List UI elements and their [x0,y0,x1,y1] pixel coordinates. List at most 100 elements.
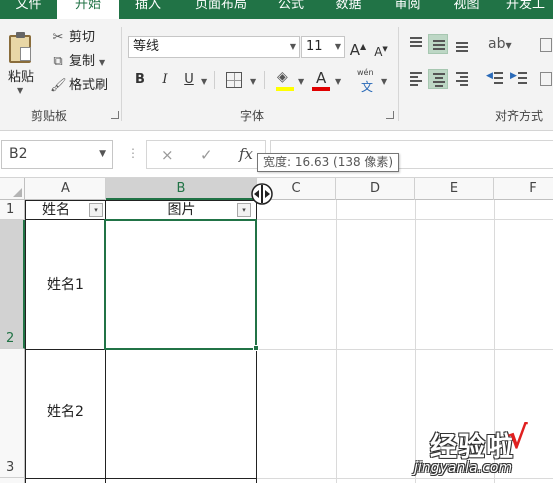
chevron-down-icon[interactable]: ▼ [250,77,256,86]
align-left-button[interactable] [406,69,426,89]
gridline [336,200,337,483]
format-painter-label: 格式刷 [69,78,109,93]
chevron-down-icon[interactable]: ▼ [381,77,387,86]
font-color-button[interactable]: A [311,69,331,93]
column-header-a[interactable]: A [26,178,106,200]
clipboard-group-label: 剪贴板 [30,109,67,123]
font-launcher-icon[interactable] [386,111,394,119]
copy-icon: ⧉ [53,54,63,69]
cancel-icon[interactable]: × [161,146,174,164]
grow-font-button[interactable]: A▲ [349,37,367,59]
orientation-icon: ab [488,36,506,52]
indent-arrow-icon: ▶ [510,71,517,81]
cell-a3[interactable]: 姓名2 [26,403,105,421]
cut-button[interactable]: ✂ 剪切 [50,28,95,48]
shrink-font-button[interactable]: A▼ [372,39,390,59]
chevron-down-icon[interactable]: ▼ [201,77,207,86]
divider [214,71,215,89]
row-header-2[interactable]: 2 [0,220,25,349]
table-border [25,200,26,483]
middle-align-button[interactable] [428,34,448,54]
enter-icon[interactable]: ✓ [200,146,213,164]
chevron-down-icon[interactable]: ▼ [17,86,23,95]
cell-b3[interactable] [106,403,257,421]
filter-sort-icon[interactable]: ▾ [89,203,103,217]
font-size-select[interactable]: 11 ▼ [301,36,345,58]
clipboard-launcher-icon[interactable] [111,111,119,119]
paint-bucket-icon: ◈ [277,69,288,85]
tab-insert[interactable]: 插入 [119,0,177,19]
insert-function-icon[interactable]: fx [239,145,253,163]
underline-button[interactable]: U [180,70,198,90]
font-group-label: 字体 [239,109,264,123]
orientation-button[interactable]: ab▼ [488,36,518,54]
column-header-e[interactable]: E [415,178,494,200]
copy-label: 复制 [69,54,96,69]
top-align-button[interactable] [406,34,426,54]
font-name-select[interactable]: 等线 ▼ [128,36,300,58]
bottom-align-button[interactable] [452,34,472,54]
phonetic-button[interactable]: wén 文 [357,68,379,94]
increase-indent-button[interactable]: ▶ [510,69,530,89]
bold-button[interactable]: B [131,70,149,90]
font-color-icon: A [316,69,327,87]
cut-label: 剪切 [69,30,96,45]
chevron-down-icon[interactable]: ▼ [298,77,304,86]
tab-formulas[interactable]: 公式 [265,0,317,19]
cell-selection [104,219,257,350]
align-center-button[interactable] [428,69,448,89]
cell-b1[interactable]: 图片 [106,201,257,219]
column-width-tooltip: 宽度: 16.63 (138 像素) [257,153,400,172]
watermark-check-icon: √ [507,420,528,456]
alignment-group-label: 对齐方式 [494,109,543,123]
tab-file[interactable]: 文件 [0,0,57,19]
grow-font-label: A [349,41,361,59]
chevron-down-icon[interactable]: ▼ [335,77,341,86]
merge-center-icon[interactable] [540,72,552,86]
name-box-value: B2 [9,146,28,162]
column-header-f[interactable]: F [494,178,553,200]
group-divider [398,27,399,121]
font-size-value: 11 [306,39,323,54]
tab-home[interactable]: 开始 [57,0,119,19]
italic-button[interactable]: I [156,70,174,90]
borders-button[interactable] [226,72,242,88]
column-header-b[interactable]: B [106,178,257,200]
copy-button[interactable]: ⧉ 复制 ▼ [50,52,105,72]
tab-review[interactable]: 审阅 [380,0,435,19]
tab-developer[interactable]: 开发工 [498,0,553,19]
row-header-4[interactable] [0,478,25,483]
font-color-swatch [312,87,330,91]
font-name-value: 等线 [133,39,160,54]
cell-a2[interactable]: 姓名1 [26,276,105,294]
fill-color-button[interactable]: ◈ [275,69,295,93]
formula-buttons: × ✓ fx [146,140,266,169]
divider [264,71,265,89]
column-header-d[interactable]: D [336,178,415,200]
paste-label: 粘贴 [8,70,35,85]
decrease-indent-button[interactable]: ◀ [486,69,506,89]
select-all-button[interactable] [0,178,25,200]
wrap-text-icon[interactable] [540,38,552,52]
ribbon-tab-bar: 文件 开始 插入 页面布局 公式 数据 审阅 视图 开发工 [0,0,553,19]
scissors-icon: ✂ [52,30,64,45]
formula-bar-grip[interactable]: ⋮ [127,146,139,160]
fill-color-swatch [276,87,294,91]
tab-view[interactable]: 视图 [435,0,498,19]
cell-a1[interactable]: 姓名 [26,201,86,219]
gridline [415,200,416,483]
brush-icon: 🖌 [50,78,67,93]
row-header-3[interactable]: 3 [0,349,25,478]
name-box[interactable]: B2 ▼ [1,140,113,169]
fill-handle[interactable] [253,345,259,351]
paste-icon [9,32,31,63]
tab-page-layout[interactable]: 页面布局 [177,0,265,19]
tab-data[interactable]: 数据 [317,0,380,19]
row-header-1[interactable]: 1 [0,200,25,220]
phonetic-label: wén [357,68,374,77]
row-number: 2 [6,331,15,346]
filter-dropdown-icon[interactable]: ▾ [237,203,251,217]
format-painter-button[interactable]: 🖌 格式刷 [50,76,108,96]
group-divider [121,27,122,121]
align-right-button[interactable] [452,69,472,89]
